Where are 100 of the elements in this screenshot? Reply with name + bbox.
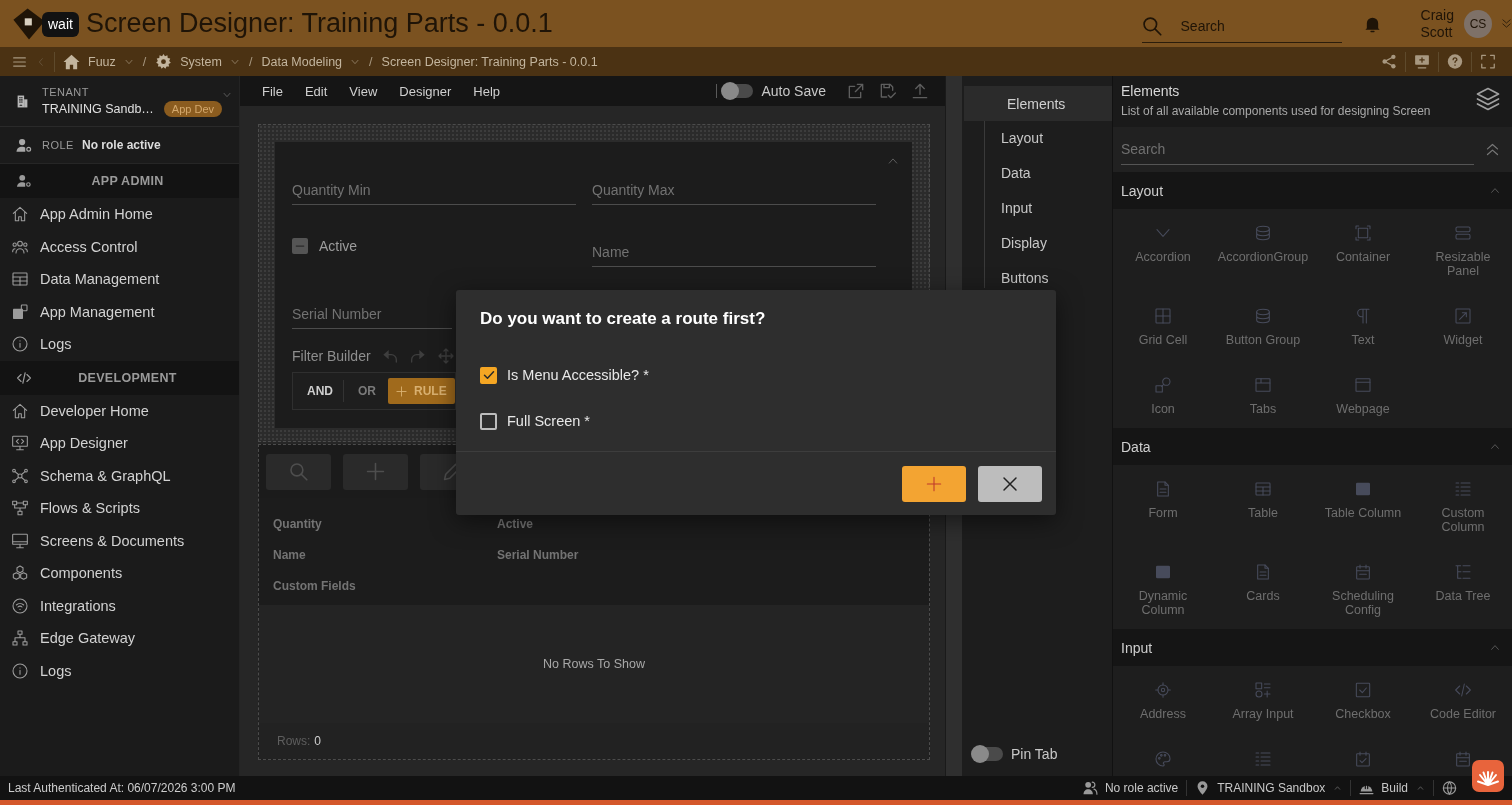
chevron-up-icon[interactable] [1488, 442, 1502, 451]
component-item[interactable]: Resizable Panel [1421, 225, 1505, 278]
chevron-up-icon[interactable] [1488, 186, 1502, 195]
sidebar-item[interactable]: Schema & GraphQL [0, 459, 239, 492]
move-icon[interactable] [437, 348, 454, 364]
combinator-toggle[interactable]: AND [307, 384, 333, 398]
double-chevron-down-icon[interactable] [1501, 18, 1512, 29]
redo-icon[interactable] [409, 348, 426, 364]
undo-icon[interactable] [381, 348, 398, 364]
checkbox-label: Is Menu Accessible? * [507, 367, 649, 383]
status-item[interactable]: No role active [1082, 781, 1179, 795]
component-item[interactable]: Form [1148, 481, 1178, 534]
external-link-icon[interactable] [848, 83, 864, 99]
component-item[interactable] [1355, 751, 1371, 767]
component-item[interactable]: Button Group [1225, 308, 1301, 347]
component-item[interactable]: Custom Column [1421, 481, 1505, 534]
menu-icon[interactable] [12, 54, 27, 69]
component-item[interactable] [1455, 751, 1471, 767]
sidebar-item[interactable]: Screens & Documents [0, 524, 239, 557]
component-item[interactable]: Checkbox [1335, 682, 1391, 721]
sidebar-item[interactable]: Data Management [0, 263, 239, 296]
input-field[interactable]: Quantity Max [592, 176, 876, 205]
checkbox[interactable] [480, 412, 497, 430]
fullscreen-icon[interactable] [1480, 54, 1496, 69]
upload-icon[interactable] [912, 83, 928, 99]
search-icon[interactable] [1141, 16, 1162, 36]
component-item[interactable]: AccordionGroup [1217, 225, 1309, 278]
search-field[interactable]: Search [1180, 16, 1331, 36]
component-item[interactable]: Dynamic Column [1121, 564, 1205, 617]
sidebar-item[interactable]: Logs [0, 328, 239, 361]
panel-link[interactable]: Layout [1001, 128, 1044, 148]
double-chevron-up-icon[interactable] [1485, 142, 1500, 157]
sidebar-item[interactable]: Flows & Scripts [0, 492, 239, 525]
component-item[interactable]: Icon [1151, 377, 1175, 416]
component-item[interactable] [1155, 751, 1171, 767]
component-item[interactable]: Scheduling Config [1321, 564, 1405, 617]
component-item[interactable]: Array Input [1232, 682, 1294, 721]
panel-tab[interactable]: Elements [964, 86, 1112, 121]
add-button[interactable] [902, 465, 966, 502]
help-icon[interactable] [1447, 54, 1463, 69]
combinator-toggle[interactable]: OR [358, 384, 376, 398]
save-check-icon[interactable] [880, 83, 896, 99]
toggle-switch[interactable] [723, 84, 754, 98]
search-button[interactable] [266, 453, 331, 490]
layers-icon[interactable] [1476, 87, 1500, 111]
menu-item[interactable]: File [262, 83, 283, 99]
component-item[interactable]: Text [1351, 308, 1375, 347]
menu-item[interactable]: Edit [304, 83, 328, 99]
menu-item[interactable]: Help [473, 83, 501, 99]
component-item[interactable]: Table [1248, 481, 1278, 534]
status-item[interactable]: Build [1359, 781, 1425, 795]
sidebar-item[interactable]: App Management [0, 295, 239, 328]
breadcrumb-link[interactable]: Data Modeling [261, 54, 361, 69]
input-field[interactable]: Serial Number [292, 300, 452, 329]
sidebar-item[interactable]: Components [0, 557, 239, 590]
monitor-plus-icon[interactable] [1414, 54, 1430, 69]
panel-link[interactable]: Input [1001, 198, 1033, 218]
section-title: Input [1121, 639, 1153, 656]
input-field[interactable]: Quantity Min [292, 176, 576, 205]
component-item[interactable]: Data Tree [1435, 564, 1491, 617]
component-item[interactable]: Address [1140, 682, 1186, 721]
checkbox[interactable] [292, 238, 308, 254]
component-item[interactable]: Cards [1246, 564, 1280, 617]
sidebar-item[interactable]: Access Control [0, 230, 239, 263]
sidebar-item[interactable]: App Designer [0, 427, 239, 460]
back-icon[interactable] [37, 56, 45, 67]
plus-icon [366, 462, 385, 481]
input-field[interactable]: Name [592, 238, 876, 267]
sidebar-item[interactable]: Logs [0, 654, 239, 687]
sidebar-item[interactable]: Integrations [0, 589, 239, 622]
status-item[interactable]: TRAINING Sandbox [1195, 781, 1343, 795]
component-item[interactable]: Widget [1443, 308, 1483, 347]
component-item[interactable]: Container [1335, 225, 1391, 278]
component-item[interactable]: Table Column [1324, 481, 1402, 534]
component-item[interactable]: Code Editor [1430, 682, 1496, 721]
menu-item[interactable]: View [349, 83, 378, 99]
user-avatar[interactable]: CS [1464, 9, 1492, 38]
panel-link[interactable]: Buttons [1001, 268, 1049, 288]
chevron-up-icon[interactable] [1488, 643, 1502, 652]
sidebar-item[interactable]: Edge Gateway [0, 622, 239, 655]
component-item[interactable]: Accordion [1135, 225, 1191, 278]
menu-item[interactable]: Designer [399, 83, 452, 99]
sidebar-item[interactable]: Developer Home [0, 394, 239, 427]
close-button[interactable] [978, 465, 1042, 502]
breadcrumb-link[interactable]: System [155, 53, 240, 70]
sidebar-item[interactable]: App Admin Home [0, 198, 239, 231]
search-field[interactable]: Search [1121, 134, 1474, 165]
chevron-down-icon[interactable] [222, 91, 233, 99]
checkbox[interactable] [480, 366, 497, 384]
assistant-button[interactable] [1472, 760, 1504, 792]
panel-link[interactable]: Display [1001, 233, 1047, 253]
panel-link[interactable]: Data [1001, 163, 1031, 183]
share-icon[interactable] [1381, 54, 1397, 69]
component-item[interactable]: Webpage [1336, 377, 1390, 416]
wifi-icon [12, 597, 28, 614]
toggle-switch[interactable] [973, 747, 1003, 761]
breadcrumb-link[interactable]: Screen Designer: Training Parts - 0.0.1 [381, 54, 598, 69]
component-item[interactable]: Tabs [1249, 377, 1277, 416]
breadcrumb-link[interactable]: Fuuz [63, 53, 134, 70]
component-item[interactable]: Grid Cell [1138, 308, 1188, 347]
